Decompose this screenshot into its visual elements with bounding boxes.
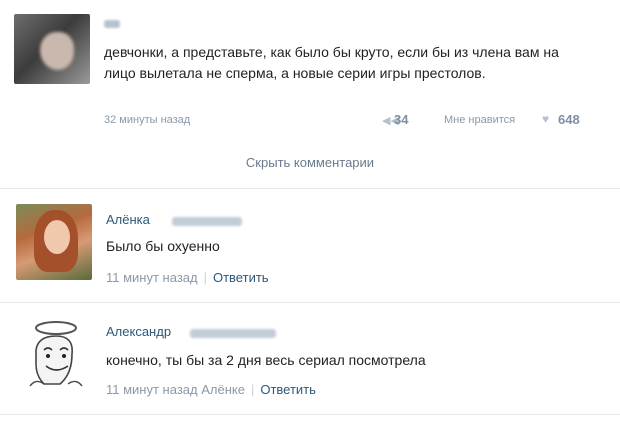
comment-time[interactable]: 11 минут назад — [106, 382, 198, 397]
comment-time[interactable]: 11 минут назад — [106, 270, 198, 285]
hide-comments-link[interactable]: Скрыть комментарии — [0, 155, 620, 179]
reply-button[interactable]: Ответить — [213, 270, 269, 285]
reply-count[interactable]: 34 — [394, 112, 408, 127]
post-meta: 32 минуты назад ◀◀ 34 Мне нравится ♥ 648 — [104, 112, 604, 128]
meta-separator: | — [250, 382, 255, 397]
comment-author[interactable]: Александр — [106, 324, 171, 339]
comment: Алёнка Было бы охуенно 11 минут назад | От… — [0, 190, 620, 300]
comment-meta: 11 минут назад | Ответить — [106, 270, 269, 285]
post-author-name-blurred[interactable] — [104, 20, 120, 28]
divider — [0, 414, 620, 415]
post-text: девчонки, а представьте, как было бы кру… — [104, 44, 559, 81]
like-label[interactable]: Мне нравится — [444, 114, 515, 126]
like-count[interactable]: 648 — [558, 112, 580, 127]
avatar-face — [44, 220, 70, 254]
comment-text: конечно, ты бы за 2 дня весь сериал посм… — [106, 352, 426, 368]
comment-text: Было бы охуенно — [106, 238, 220, 254]
troll-face-icon — [29, 321, 83, 387]
comment-author[interactable]: Алёнка — [106, 212, 150, 227]
meta-separator: | — [203, 270, 207, 285]
divider — [0, 188, 620, 189]
comment-author-surname-blurred[interactable] — [190, 329, 276, 338]
reply-to-name[interactable]: Алёнке — [201, 382, 245, 397]
commenter-avatar[interactable] — [16, 204, 92, 280]
heart-icon[interactable]: ♥ — [542, 112, 549, 126]
comment-meta: 11 минут назад Алёнке | Ответить — [106, 382, 316, 397]
post-time[interactable]: 32 минуты назад — [104, 114, 190, 126]
commenter-avatar[interactable] — [16, 314, 92, 390]
reply-button[interactable]: Ответить — [260, 382, 316, 397]
post: девчонки, а представьте, как было бы кру… — [0, 0, 620, 140]
avatar-face — [40, 32, 74, 70]
divider — [0, 302, 620, 303]
comment-author-surname-blurred[interactable] — [172, 217, 242, 226]
comment: Александр конечно, ты бы за 2 дня весь с… — [0, 304, 620, 414]
post-author-avatar[interactable] — [14, 14, 90, 84]
